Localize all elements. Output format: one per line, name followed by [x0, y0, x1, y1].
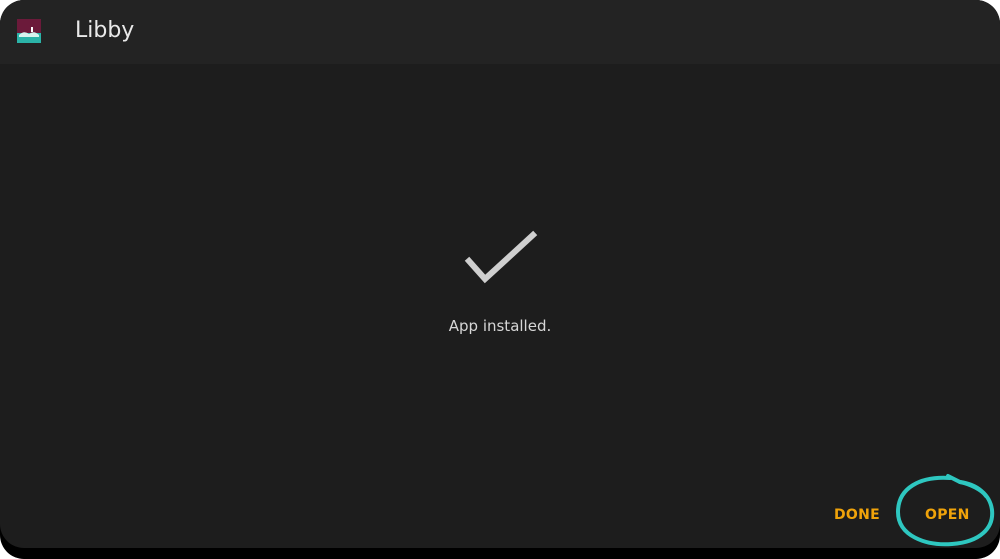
- status-message: App installed.: [448, 317, 552, 335]
- app-header: Libby: [0, 0, 1000, 64]
- checkmark-icon: [464, 230, 538, 284]
- device-frame: Libby App installed. DONE OPEN: [0, 0, 1000, 559]
- libby-app-icon: [17, 19, 41, 43]
- done-button[interactable]: DONE: [826, 500, 888, 530]
- install-dialog-screen: Libby App installed. DONE OPEN: [0, 0, 1000, 548]
- app-title: Libby: [75, 18, 135, 43]
- open-button[interactable]: OPEN: [917, 500, 978, 530]
